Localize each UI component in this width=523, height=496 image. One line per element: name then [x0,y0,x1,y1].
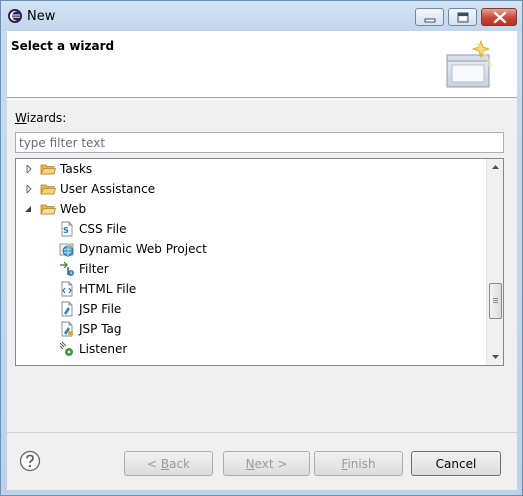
tree-item-tasks[interactable]: Tasks [16,159,486,179]
scroll-down-arrow-icon[interactable] [487,348,504,365]
tree-item-html-file[interactable]: HTML File [16,279,486,299]
window-title: New [27,9,56,24]
collapsed-arrow-icon[interactable] [25,165,33,173]
next-button-rest: ext > [254,456,288,471]
tree-item-label: HTML File [79,282,137,296]
tree-item-jsp-tag[interactable]: JSP Tag [16,319,486,339]
expanded-arrow-icon[interactable] [24,205,32,213]
maximize-button[interactable] [448,8,477,26]
back-button-prefix: < [146,456,161,471]
wizard-banner: Select a wizard [7,31,517,98]
banner-separator [7,99,517,100]
tree-item-label: Web [60,202,87,216]
finish-button[interactable]: Finish [314,451,403,476]
tree-item-web[interactable]: Web [16,199,486,219]
button-bar-separator [7,432,517,433]
tree-vertical-scrollbar[interactable] [486,159,503,365]
back-button-mnemonic: B [160,456,170,471]
wizard-window: New Select a wizard Wizards: type filter… [0,0,523,496]
banner-title: Select a wizard [11,39,115,53]
back-button[interactable]: < Back [124,451,213,476]
finish-button-rest: inish [347,456,376,471]
tree-item-label: Tasks [60,162,93,176]
tree-item-filter[interactable]: Filter [16,259,486,279]
minimize-button[interactable] [415,8,444,26]
next-button-mnemonic: N [245,456,255,471]
cancel-button[interactable]: Cancel [411,451,501,476]
tree-item-listener[interactable]: Listener [16,339,486,359]
next-button[interactable]: Next > [223,451,310,476]
maximize-icon [457,12,469,23]
close-button[interactable] [481,8,517,26]
tree-item-label: Dynamic Web Project [79,242,207,256]
tree-item-label: Filter [79,262,109,276]
folder-icon [40,164,56,175]
filter-icon [60,261,74,276]
new-wizard-graphic-icon [446,39,493,88]
wizards-label-rest: izards: [26,111,67,125]
folder-icon [40,184,56,195]
tree-item-dynamic-web-project[interactable]: Dynamic Web Project [16,239,486,259]
tree-item-label: Listener [79,342,128,356]
html-file-icon [61,281,73,297]
tree-item-css-file[interactable]: S CSS File [16,219,486,239]
wizards-label: Wizards: [15,111,66,125]
css-file-icon: S [61,221,73,237]
dialog-client-area: Select a wizard Wizards: type filter tex… [7,31,517,490]
back-button-rest: ack [169,456,190,471]
filter-input[interactable] [15,132,504,153]
tree-item-label: CSS File [79,222,127,236]
scrollbar-thumb[interactable] [489,283,502,319]
open-folder-icon [40,204,56,215]
jsp-tag-icon [61,321,73,337]
close-icon [493,11,507,24]
tree-item-label: User Assistance [60,182,156,196]
wizards-label-mnemonic: W [15,111,27,125]
scroll-up-arrow-icon[interactable] [487,159,504,176]
help-icon[interactable] [19,450,41,472]
wizard-tree[interactable]: Tasks User Assistance Web S CSS File Dyn… [15,158,504,366]
tree-item-jsp-file[interactable]: JSP File [16,299,486,319]
tree-item-label: JSP Tag [79,322,122,336]
tree-item-label: JSP File [79,302,122,316]
svg-text:S: S [63,226,69,235]
title-bar[interactable]: New [1,1,522,31]
minimize-icon [424,18,436,23]
tree-item-user-assistance[interactable]: User Assistance [16,179,486,199]
eclipse-app-icon [8,9,22,23]
web-project-icon [59,243,74,257]
jsp-file-icon [61,301,73,317]
listener-icon [59,341,73,356]
collapsed-arrow-icon[interactable] [25,185,33,193]
